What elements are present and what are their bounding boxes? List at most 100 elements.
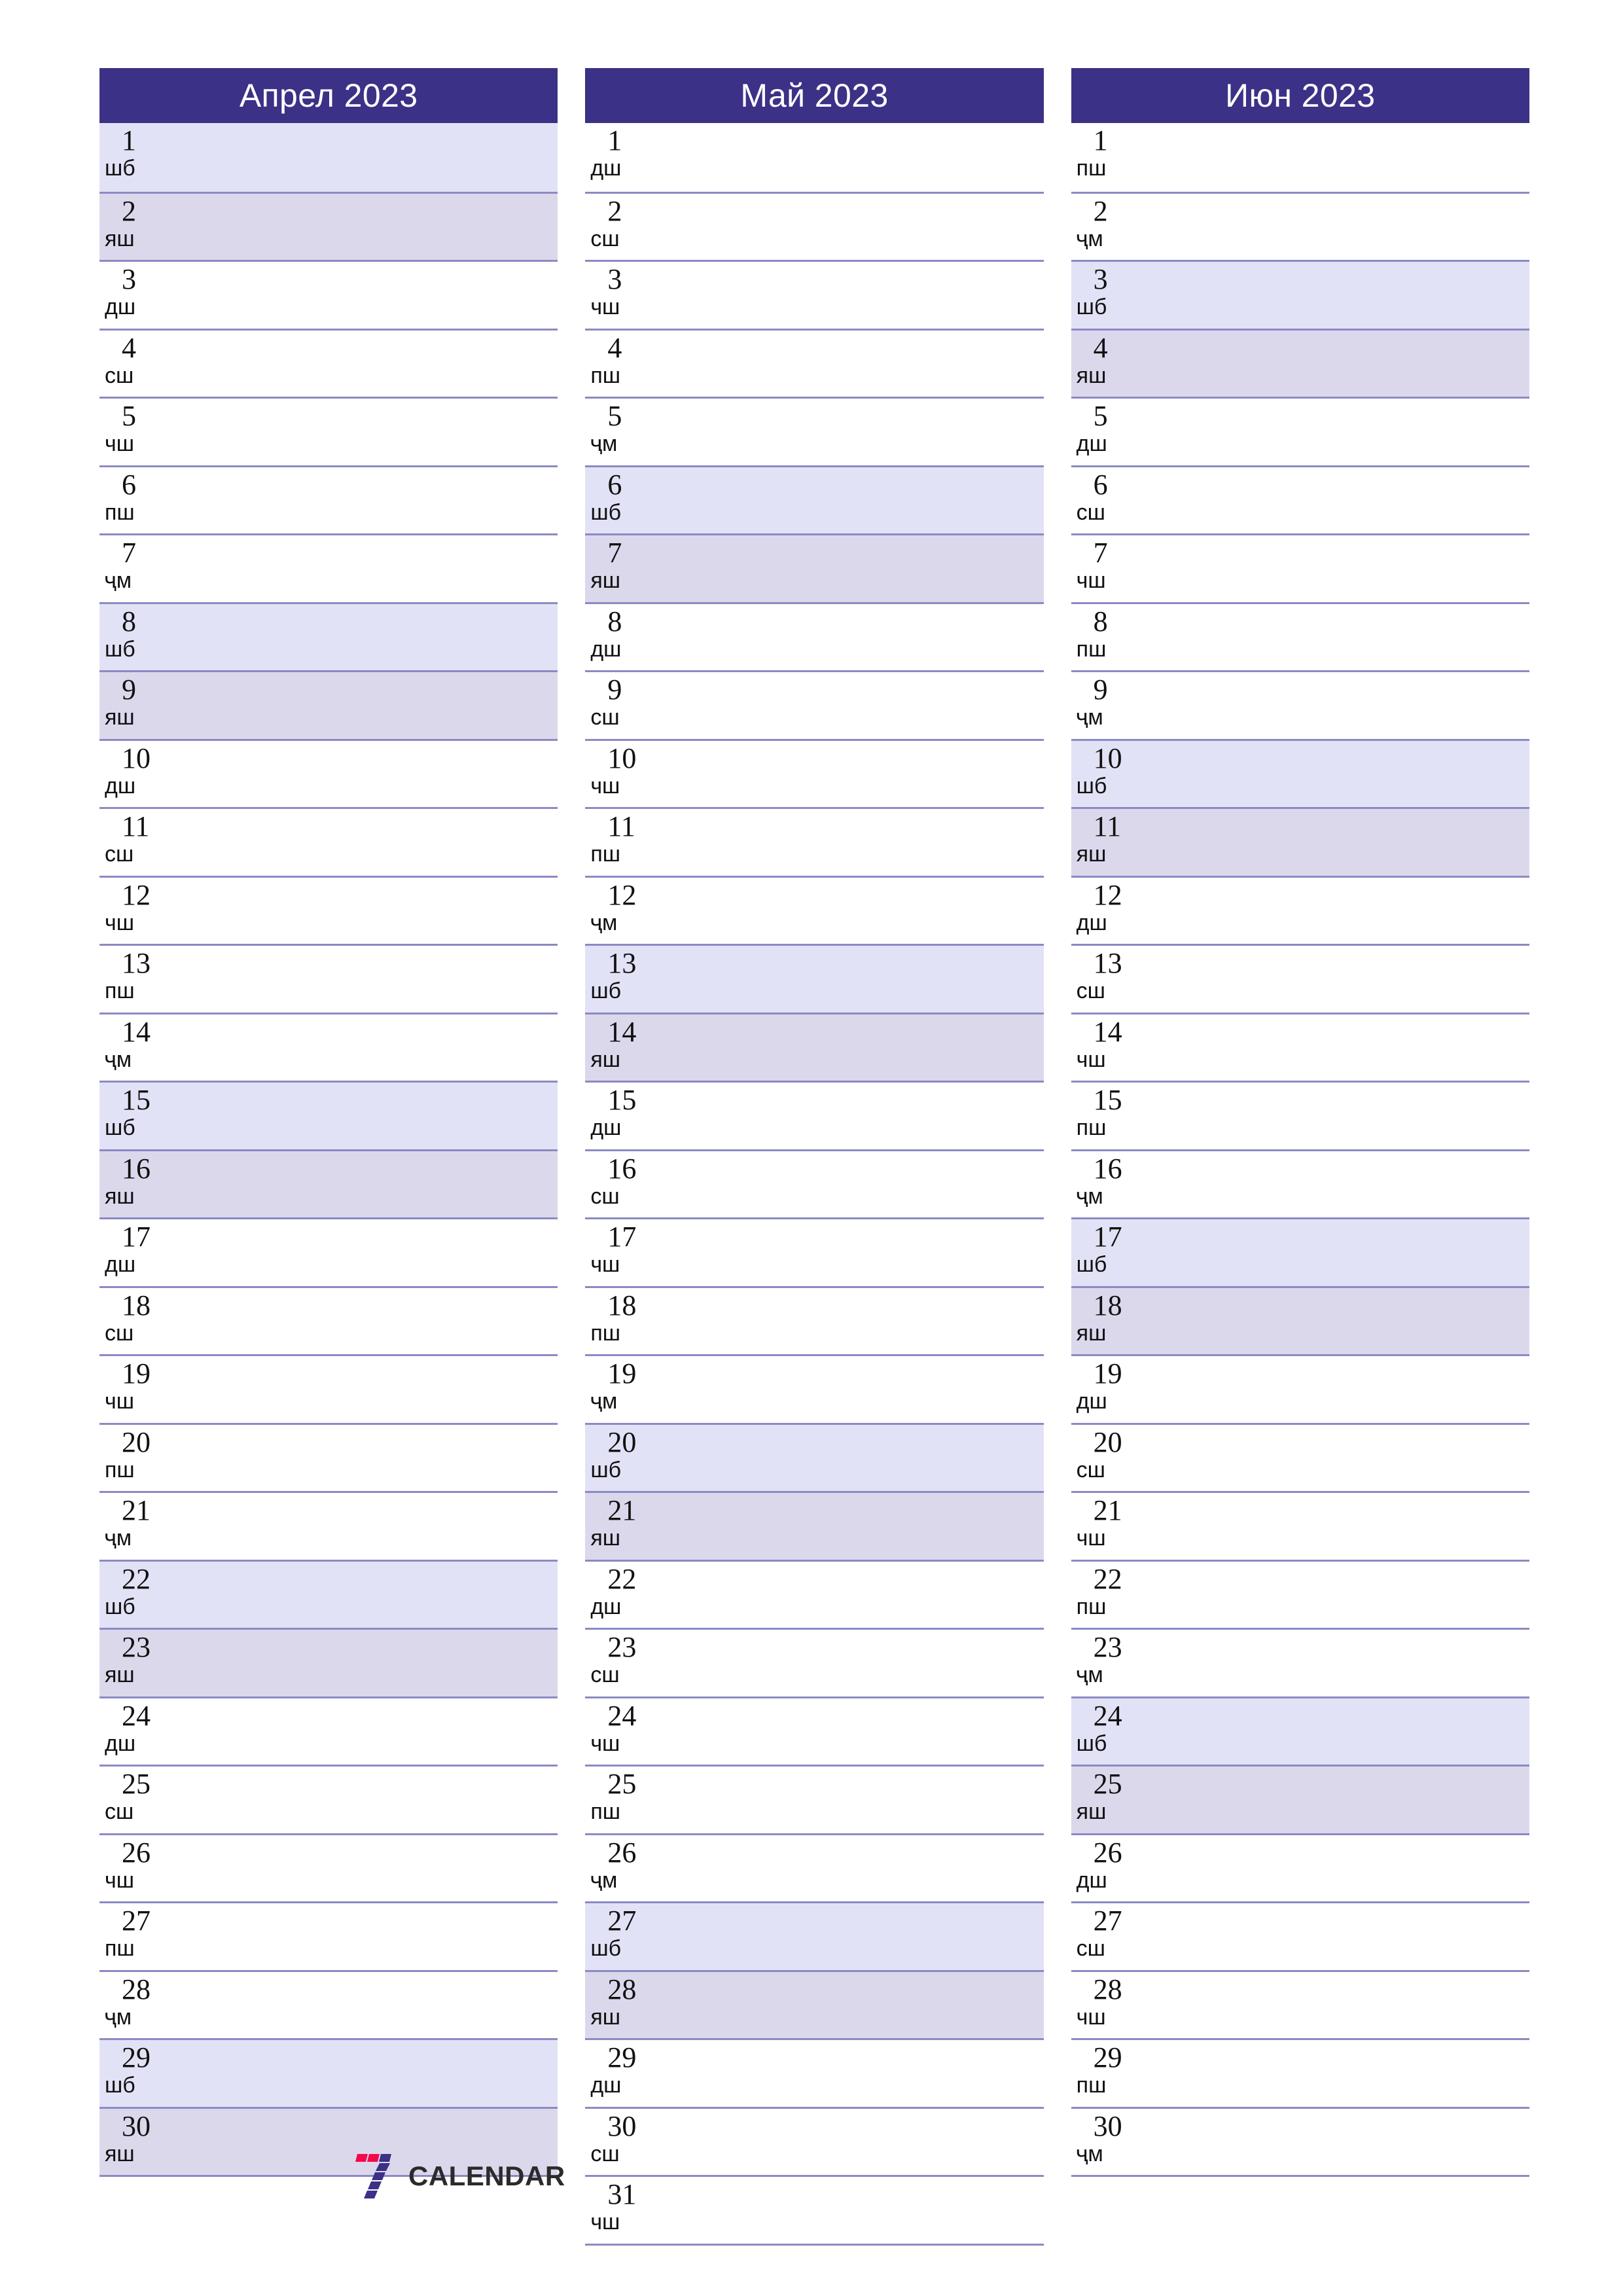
day-row[interactable]: 29 дш xyxy=(585,2038,1044,2107)
day-row[interactable]: 8 пш xyxy=(1071,601,1529,670)
day-row[interactable]: 5 ҷм xyxy=(585,397,1044,465)
day-row[interactable]: 15 пш xyxy=(1071,1081,1529,1149)
day-row[interactable]: 6 пш xyxy=(99,465,558,533)
day-row[interactable]: 10 дш xyxy=(99,738,558,807)
day-row[interactable]: 6 сш xyxy=(1071,465,1529,533)
footer-logo[interactable]: CALENDAR xyxy=(353,2151,565,2202)
day-row[interactable]: 27 пш xyxy=(99,1901,558,1970)
day-row[interactable]: 8 шб xyxy=(99,601,558,670)
day-row[interactable]: 25 сш xyxy=(99,1765,558,1833)
day-row[interactable]: 29 шб xyxy=(99,2038,558,2107)
day-row[interactable]: 22 шб xyxy=(99,1559,558,1628)
day-row[interactable]: 12 ҷм xyxy=(585,875,1044,944)
day-weekday: чш xyxy=(105,910,134,935)
day-row[interactable]: 11 яш xyxy=(1071,807,1529,876)
day-row[interactable]: 19 дш xyxy=(1071,1354,1529,1423)
day-row[interactable]: 13 сш xyxy=(1071,944,1529,1013)
day-row[interactable]: 1 пш xyxy=(1071,123,1529,192)
day-row[interactable]: 15 шб xyxy=(99,1081,558,1149)
day-row[interactable]: 26 чш xyxy=(99,1833,558,1901)
day-row[interactable]: 4 яш xyxy=(1071,328,1529,397)
day-row[interactable]: 16 ҷм xyxy=(1071,1149,1529,1217)
day-row[interactable]: 2 сш xyxy=(585,191,1044,260)
day-row[interactable]: 9 яш xyxy=(99,670,558,739)
day-row[interactable]: 19 ҷм xyxy=(585,1354,1044,1423)
day-row[interactable]: 14 ҷм xyxy=(99,1012,558,1081)
day-row[interactable]: 29 пш xyxy=(1071,2038,1529,2107)
day-row[interactable]: 26 ҷм xyxy=(585,1833,1044,1901)
day-row[interactable]: 30 сш xyxy=(585,2106,1044,2175)
day-row[interactable]: 23 ҷм xyxy=(1071,1628,1529,1696)
day-number: 17 xyxy=(122,1221,151,1253)
day-row[interactable]: 18 яш xyxy=(1071,1285,1529,1354)
day-row[interactable]: 9 ҷм xyxy=(1071,670,1529,739)
day-row[interactable]: 1 дш xyxy=(585,123,1044,192)
day-row[interactable]: 18 пш xyxy=(585,1285,1044,1354)
day-row[interactable]: 18 сш xyxy=(99,1285,558,1354)
day-row[interactable]: 23 яш xyxy=(99,1628,558,1696)
day-row[interactable]: 2 ҷм xyxy=(1071,191,1529,260)
day-row[interactable]: 20 шб xyxy=(585,1422,1044,1491)
day-number: 6 xyxy=(122,468,136,501)
day-row[interactable]: 14 яш xyxy=(585,1012,1044,1081)
day-row[interactable]: 16 сш xyxy=(585,1149,1044,1217)
day-row[interactable]: 21 ҷм xyxy=(99,1491,558,1560)
day-row[interactable]: 21 яш xyxy=(585,1491,1044,1560)
day-row[interactable]: 1 шб xyxy=(99,123,558,192)
day-row[interactable]: 7 чш xyxy=(1071,533,1529,602)
day-row[interactable]: 7 ҷм xyxy=(99,533,558,602)
day-row[interactable]: 28 чш xyxy=(1071,1969,1529,2038)
day-row[interactable]: 28 яш xyxy=(585,1969,1044,2038)
day-row[interactable]: 17 дш xyxy=(99,1217,558,1286)
day-row[interactable]: 3 шб xyxy=(1071,260,1529,329)
day-row[interactable]: 10 чш xyxy=(585,738,1044,807)
day-row[interactable]: 15 дш xyxy=(585,1081,1044,1149)
day-row[interactable]: 11 сш xyxy=(99,807,558,876)
day-row[interactable]: 20 сш xyxy=(1071,1422,1529,1491)
day-row[interactable]: 4 пш xyxy=(585,328,1044,397)
day-row[interactable]: 11 пш xyxy=(585,807,1044,876)
day-row[interactable]: 8 дш xyxy=(585,601,1044,670)
day-row[interactable]: 21 чш xyxy=(1071,1491,1529,1560)
day-row[interactable]: 13 пш xyxy=(99,944,558,1013)
day-row[interactable]: 27 сш xyxy=(1071,1901,1529,1970)
day-row[interactable]: 25 яш xyxy=(1071,1765,1529,1833)
day-row[interactable]: 10 шб xyxy=(1071,738,1529,807)
day-row[interactable]: 24 чш xyxy=(585,1696,1044,1765)
day-row[interactable]: 13 шб xyxy=(585,944,1044,1013)
day-weekday: пш xyxy=(590,1799,621,1824)
day-row[interactable]: 12 чш xyxy=(99,875,558,944)
day-row[interactable]: 3 чш xyxy=(585,260,1044,329)
day-row[interactable]: 25 пш xyxy=(585,1765,1044,1833)
day-row[interactable]: 23 сш xyxy=(585,1628,1044,1696)
day-row[interactable]: 24 шб xyxy=(1071,1696,1529,1765)
day-row[interactable]: 31 чш xyxy=(585,2175,1044,2244)
day-weekday: яш xyxy=(105,705,135,730)
day-row[interactable]: 17 чш xyxy=(585,1217,1044,1286)
day-row[interactable]: 12 дш xyxy=(1071,875,1529,944)
day-weekday: пш xyxy=(1076,2073,1107,2098)
day-row[interactable]: 22 дш xyxy=(585,1559,1044,1628)
day-number: 7 xyxy=(122,537,136,569)
day-row[interactable]: 2 яш xyxy=(99,191,558,260)
day-row[interactable]: 16 яш xyxy=(99,1149,558,1217)
day-row[interactable]: 7 яш xyxy=(585,533,1044,602)
day-row[interactable]: 19 чш xyxy=(99,1354,558,1423)
day-row[interactable]: 14 чш xyxy=(1071,1012,1529,1081)
day-row[interactable]: 27 шб xyxy=(585,1901,1044,1970)
day-weekday: ҷм xyxy=(105,568,132,593)
day-row[interactable]: 17 шб xyxy=(1071,1217,1529,1286)
day-row[interactable]: 9 сш xyxy=(585,670,1044,739)
day-row[interactable]: 5 чш xyxy=(99,397,558,465)
day-row[interactable]: 24 дш xyxy=(99,1696,558,1765)
day-row[interactable]: 22 пш xyxy=(1071,1559,1529,1628)
day-row[interactable]: 5 дш xyxy=(1071,397,1529,465)
day-row[interactable]: 4 сш xyxy=(99,328,558,397)
day-weekday: пш xyxy=(105,1936,135,1961)
day-row[interactable]: 6 шб xyxy=(585,465,1044,533)
day-row[interactable]: 28 ҷм xyxy=(99,1969,558,2038)
day-row[interactable]: 3 дш xyxy=(99,260,558,329)
day-row[interactable]: 30 ҷм xyxy=(1071,2106,1529,2175)
day-row[interactable]: 26 дш xyxy=(1071,1833,1529,1901)
day-row[interactable]: 20 пш xyxy=(99,1422,558,1491)
